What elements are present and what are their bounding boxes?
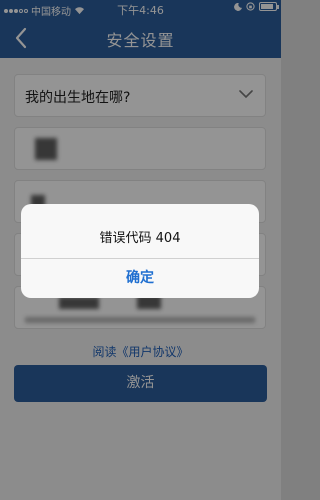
alert-confirm-button[interactable]: 确定 bbox=[21, 259, 259, 298]
error-alert-dialog: 错误代码 404 确定 bbox=[21, 204, 259, 298]
alert-message: 错误代码 404 bbox=[99, 231, 181, 246]
